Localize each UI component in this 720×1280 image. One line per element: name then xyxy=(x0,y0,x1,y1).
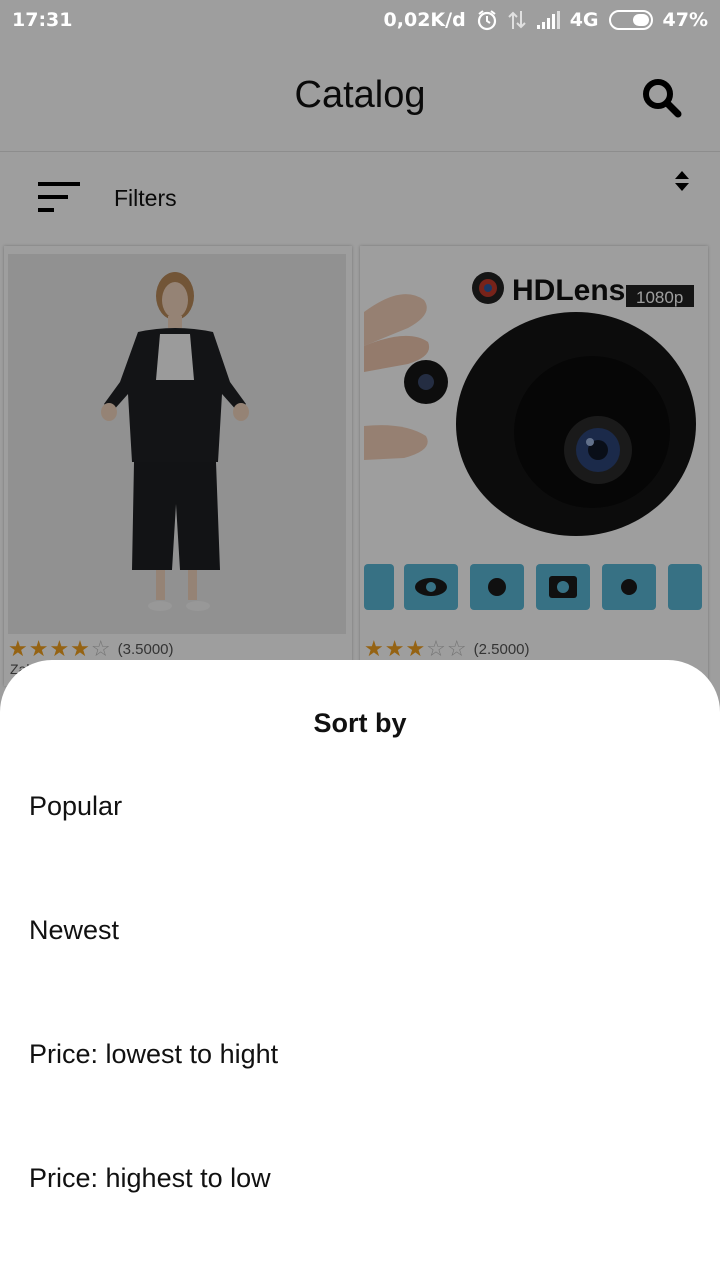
sheet-title: Sort by xyxy=(313,708,407,738)
network-speed: 0,02K/d xyxy=(383,9,466,31)
battery-icon xyxy=(608,10,653,30)
status-bar: 17:31 0,02K/d 4G 47% xyxy=(0,0,720,40)
status-icons: 0,02K/d 4G 47% xyxy=(384,9,708,31)
sort-option-popular[interactable]: Popular xyxy=(0,756,720,856)
alarm-icon xyxy=(476,9,498,31)
status-time: 17:31 xyxy=(12,9,73,31)
sort-option-price-asc[interactable]: Price: lowest to hight xyxy=(0,1004,720,1104)
battery-percent: 47% xyxy=(662,9,708,31)
data-transfer-icon xyxy=(507,9,526,31)
sort-bottom-sheet: Sort by Popular Newest Price: lowest to … xyxy=(0,660,720,1280)
sort-option-newest[interactable]: Newest xyxy=(0,880,720,980)
signal-icon xyxy=(536,10,560,30)
sort-option-price-desc[interactable]: Price: highest to low xyxy=(0,1128,720,1228)
network-type: 4G xyxy=(569,9,599,31)
screen: 17:31 0,02K/d 4G 47% Catalog Filters ★★★… xyxy=(0,0,720,1280)
